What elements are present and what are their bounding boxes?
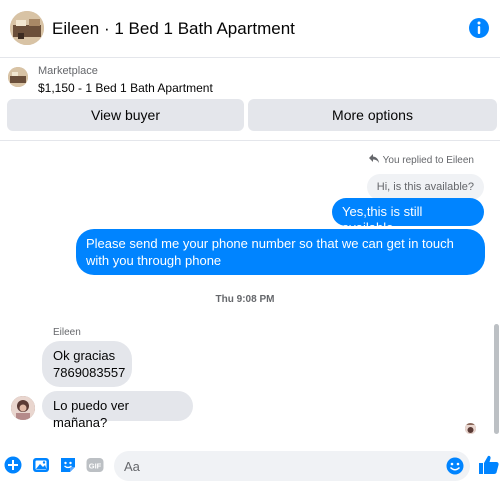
chat-title[interactable]: Eileen · 1 Bed 1 Bath Apartment	[52, 19, 295, 39]
view-buyer-button[interactable]: View buyer	[7, 99, 244, 131]
reply-arrow-icon	[368, 154, 379, 166]
incoming-message-line: 7869083557	[53, 365, 126, 380]
outgoing-message[interactable]: Please send me your phone number so that…	[76, 229, 485, 275]
message-input[interactable]	[114, 451, 470, 481]
message-composer: GIF	[0, 448, 500, 485]
listing-price-title[interactable]: $1,150 - 1 Bed 1 Bath Apartment	[38, 81, 213, 95]
gif-icon[interactable]: GIF	[86, 456, 104, 474]
message-timestamp: Thu 9:08 PM	[215, 294, 275, 305]
sticker-icon[interactable]	[59, 456, 77, 474]
marketplace-listing-bar: Marketplace $1,150 - 1 Bed 1 Bath Apartm…	[0, 58, 500, 138]
seen-indicator-avatar	[465, 423, 476, 434]
quoted-message[interactable]: Hi, is this available?	[366, 174, 484, 200]
svg-text:GIF: GIF	[89, 461, 102, 470]
more-options-button[interactable]: More options	[248, 99, 497, 131]
sender-avatar[interactable]	[11, 396, 35, 420]
contact-avatar[interactable]	[10, 11, 44, 45]
outgoing-message[interactable]: Yes,this is still available	[332, 198, 484, 235]
info-icon[interactable]	[468, 17, 490, 39]
divider	[0, 140, 500, 141]
like-icon[interactable]	[478, 454, 500, 476]
photo-icon[interactable]	[32, 456, 50, 474]
marketplace-label: Marketplace	[38, 65, 98, 77]
plus-icon[interactable]	[4, 456, 22, 474]
message-scrollbar[interactable]	[492, 142, 500, 442]
incoming-message[interactable]: Lo puedo ver mañana?	[42, 391, 193, 430]
scrollbar-thumb[interactable]	[494, 324, 499, 434]
replied-note-text: You replied to Eileen	[382, 155, 474, 166]
incoming-message[interactable]: Ok gracias 7869083557	[42, 341, 132, 387]
listing-thumbnail[interactable]	[8, 67, 28, 87]
chat-header: Eileen · 1 Bed 1 Bath Apartment	[0, 0, 500, 58]
incoming-message-line: Ok gracias	[53, 348, 116, 363]
emoji-icon[interactable]	[446, 457, 464, 475]
replied-note: You replied to Eileen	[368, 154, 474, 166]
sender-name: Eileen	[53, 327, 81, 338]
